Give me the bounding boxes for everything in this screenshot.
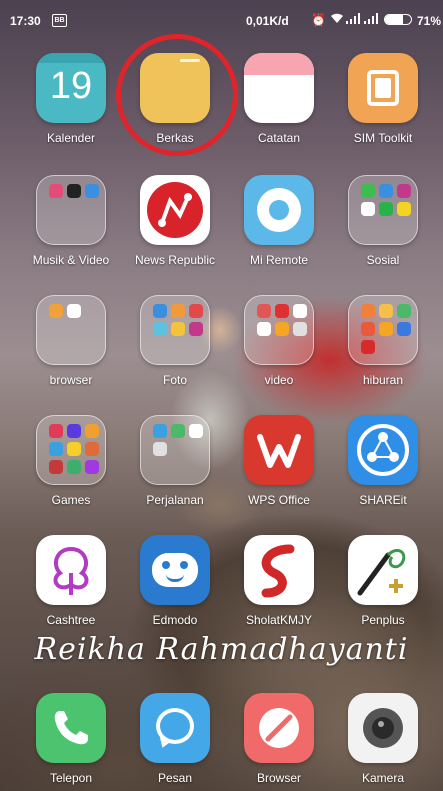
app-telepon[interactable]: Telepon: [16, 693, 126, 785]
folder-sosial[interactable]: Sosial: [328, 175, 438, 267]
app-label: Sosial: [366, 253, 400, 267]
app-wps-office[interactable]: WPS Office: [224, 415, 334, 507]
app-news-republic[interactable]: News Republic: [120, 175, 230, 267]
app-label: Kalender: [46, 131, 96, 145]
app-label: Browser: [256, 771, 301, 785]
calendar-icon: 19: [36, 53, 106, 123]
app-label: hiburan: [362, 373, 404, 387]
clock: 17:30: [10, 14, 41, 28]
app-label: Games: [51, 493, 91, 507]
app-label: Telepon: [49, 771, 93, 785]
app-label: SholatKMJY: [245, 613, 313, 627]
folder-hiburan[interactable]: hiburan: [328, 295, 438, 387]
app-pesan[interactable]: Pesan: [120, 693, 230, 785]
message-icon: [140, 693, 210, 763]
battery-icon: [384, 14, 412, 25]
app-penplus[interactable]: Penplus: [328, 535, 438, 627]
folder-foto[interactable]: Foto: [120, 295, 230, 387]
app-label: SHAREit: [359, 493, 407, 507]
app-label: Perjalanan: [146, 493, 204, 507]
folder-preview-icon: [244, 295, 314, 365]
app-edmodo[interactable]: Edmodo: [120, 535, 230, 627]
app-sim-toolkit[interactable]: SIM Toolkit: [328, 53, 438, 145]
wifi-icon: [330, 13, 344, 27]
notes-icon: [244, 53, 314, 123]
folder-preview-icon: [140, 415, 210, 485]
folder-games[interactable]: Games: [16, 415, 126, 507]
folder-browser[interactable]: browser: [16, 295, 126, 387]
app-label: SIM Toolkit: [353, 131, 413, 145]
folder-preview-icon: [348, 295, 418, 365]
folder-preview-icon: [348, 175, 418, 245]
folder-preview-icon: [140, 295, 210, 365]
shareit-icon: [348, 415, 418, 485]
app-label: Musik & Video: [32, 253, 110, 267]
app-label: Kamera: [361, 771, 405, 785]
remote-icon: [244, 175, 314, 245]
battery-fill: [385, 15, 404, 24]
folder-preview-icon: [36, 175, 106, 245]
app-label: WPS Office: [248, 493, 310, 507]
penplus-icon: [348, 535, 418, 605]
folder-preview-icon: [36, 415, 106, 485]
app-label: Edmodo: [152, 613, 198, 627]
alarm-icon: ⏰: [311, 13, 326, 27]
app-kamera[interactable]: Kamera: [328, 693, 438, 785]
highlight-circle: [116, 34, 238, 156]
app-label: video: [264, 373, 294, 387]
app-mi-remote[interactable]: Mi Remote: [224, 175, 334, 267]
app-label: Cashtree: [46, 613, 96, 627]
app-kalender[interactable]: 19 Kalender: [16, 53, 126, 145]
signal-icon: [346, 13, 362, 27]
phone-icon: [36, 693, 106, 763]
sim-card-icon: [348, 53, 418, 123]
app-label: Penplus: [361, 613, 405, 627]
app-shareit[interactable]: SHAREit: [328, 415, 438, 507]
app-label: browser: [49, 373, 93, 387]
camera-icon: [348, 693, 418, 763]
browser-icon: [244, 693, 314, 763]
calendar-day: 19: [49, 65, 93, 107]
network-speed: 0,01K/d: [246, 14, 289, 28]
app-catatan[interactable]: Catatan: [224, 53, 334, 145]
edmodo-icon: [140, 535, 210, 605]
folder-preview-icon: [36, 295, 106, 365]
sholat-icon: [244, 535, 314, 605]
app-label: Catatan: [257, 131, 301, 145]
app-label: Pesan: [157, 771, 193, 785]
folder-perjalanan[interactable]: Perjalanan: [120, 415, 230, 507]
cashtree-icon: [36, 535, 106, 605]
status-bar: 17:30 BB 0,01K/d ⏰ 71%: [0, 0, 443, 40]
app-label: Mi Remote: [249, 253, 308, 267]
battery-percent: 71%: [417, 14, 442, 28]
app-sholatkmjy[interactable]: SholatKMJY: [224, 535, 334, 627]
news-republic-icon: [140, 175, 210, 245]
wps-icon: [244, 415, 314, 485]
app-browser[interactable]: Browser: [224, 693, 334, 785]
folder-video[interactable]: video: [224, 295, 334, 387]
signature-text: Reikha Rahmadhayanti: [34, 632, 409, 667]
app-cashtree[interactable]: Cashtree: [16, 535, 126, 627]
folder-musik-video[interactable]: Musik & Video: [16, 175, 126, 267]
app-label: Foto: [162, 373, 187, 387]
app-label: News Republic: [134, 253, 216, 267]
signal-icon-2: [364, 13, 380, 27]
notification-icon: BB: [52, 14, 67, 27]
